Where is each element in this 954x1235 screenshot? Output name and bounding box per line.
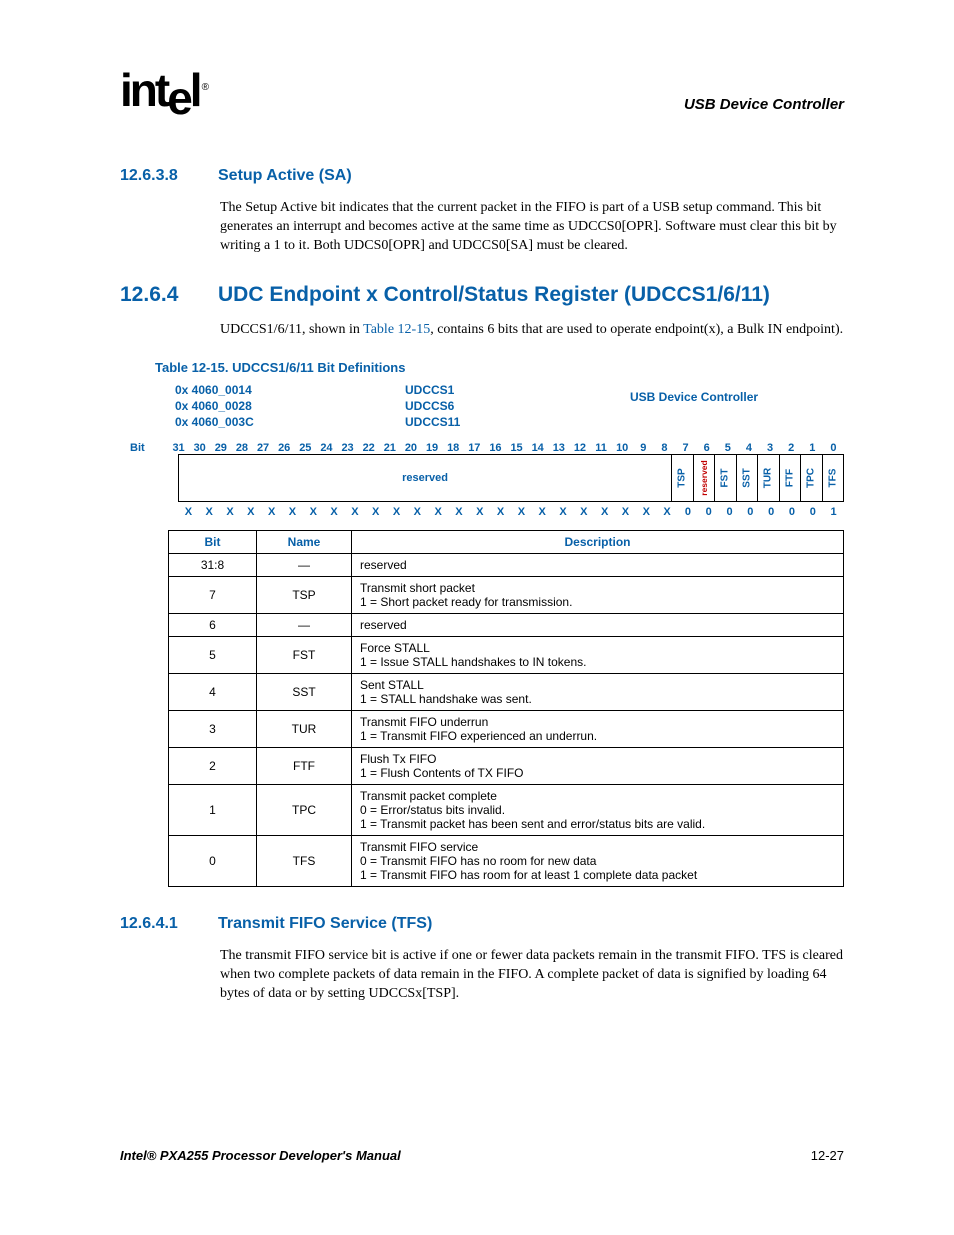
bit-number: 0	[823, 442, 844, 454]
bit-number: 9	[633, 442, 654, 454]
bit-row-label: Bit	[130, 442, 168, 454]
chapter-title: USB Device Controller	[684, 96, 844, 113]
bit-number: 16	[485, 442, 506, 454]
table-row: 3TURTransmit FIFO underrun 1 = Transmit …	[169, 711, 844, 748]
reset-value: X	[199, 506, 220, 518]
section-12-6-3-8-body: The Setup Active bit indicates that the …	[220, 199, 844, 256]
reset-value: X	[261, 506, 282, 518]
footer-manual-title: Intel® PXA255 Processor Developer's Manu…	[120, 1148, 401, 1163]
table-row: 2FTFFlush Tx FIFO 1 = Flush Contents of …	[169, 748, 844, 785]
section-heading-12-6-4: 12.6.4UDC Endpoint x Control/Status Regi…	[120, 283, 844, 307]
page-footer: Intel® PXA255 Processor Developer's Manu…	[120, 1148, 844, 1163]
bit-number: 6	[696, 442, 717, 454]
reset-value-row: XXXXXXXXXXXXXXXXXXXXXXXX00000001	[130, 506, 844, 518]
page-header: intel® USB Device Controller	[120, 72, 844, 117]
bit-number: 19	[422, 442, 443, 454]
bit-layout: Bit 313029282726252423222120191817161514…	[130, 442, 844, 518]
table-row: 7TSPTransmit short packet 1 = Short pack…	[169, 577, 844, 614]
bit-number: 14	[527, 442, 548, 454]
intel-logo: intel®	[120, 72, 209, 117]
bit-number: 23	[337, 442, 358, 454]
reset-value: X	[511, 506, 532, 518]
reset-value: X	[365, 506, 386, 518]
bit-number: 20	[400, 442, 421, 454]
table-row: 5FSTForce STALL 1 = Issue STALL handshak…	[169, 637, 844, 674]
reset-value: 0	[678, 506, 699, 518]
reset-value: X	[386, 506, 407, 518]
section-heading-12-6-4-1: 12.6.4.1Transmit FIFO Service (TFS)	[120, 915, 844, 933]
reset-value: X	[553, 506, 574, 518]
reset-value: X	[220, 506, 241, 518]
reset-value: X	[407, 506, 428, 518]
bit-number: 21	[379, 442, 400, 454]
reset-value: X	[532, 506, 553, 518]
register-address-block: 0x 4060_0014 0x 4060_0028 0x 4060_003C U…	[175, 383, 844, 430]
bit-number: 10	[612, 442, 633, 454]
reset-value: 0	[802, 506, 823, 518]
bit-number: 3	[760, 442, 781, 454]
bit-number: 15	[506, 442, 527, 454]
bit-number: 26	[274, 442, 295, 454]
reset-value: X	[615, 506, 636, 518]
reset-value: X	[449, 506, 470, 518]
bit-number: 24	[316, 442, 337, 454]
reset-value: 0	[740, 506, 761, 518]
section-12-6-4-1-body: The transmit FIFO service bit is active …	[220, 947, 844, 1004]
bit-number: 17	[464, 442, 485, 454]
bit-number: 30	[189, 442, 210, 454]
bit-number: 28	[231, 442, 252, 454]
reset-value: X	[490, 506, 511, 518]
reset-value: X	[428, 506, 449, 518]
reset-value: X	[657, 506, 678, 518]
bit-number: 5	[717, 442, 738, 454]
bit-number: 8	[654, 442, 675, 454]
reset-value: X	[594, 506, 615, 518]
table-12-15-caption: Table 12-15. UDCCS1/6/11 Bit Definitions	[155, 360, 844, 375]
reset-value: 0	[782, 506, 803, 518]
reset-value: 0	[698, 506, 719, 518]
bit-number: 13	[548, 442, 569, 454]
reset-value: X	[303, 506, 324, 518]
bit-number: 27	[253, 442, 274, 454]
bit-number: 31	[168, 442, 189, 454]
bit-field-boxes: reserved TSP reserved FST SST TUR FTF TP…	[178, 454, 844, 502]
register-addresses: 0x 4060_0014 0x 4060_0028 0x 4060_003C	[175, 383, 405, 430]
table-row: 0TFSTransmit FIFO service 0 = Transmit F…	[169, 836, 844, 887]
table-row: 6—reserved	[169, 614, 844, 637]
register-module: USB Device Controller	[630, 383, 844, 430]
bit-number: 1	[802, 442, 823, 454]
reset-value: 1	[823, 506, 844, 518]
bit-number: 4	[738, 442, 759, 454]
bit-number: 11	[591, 442, 612, 454]
bit-number: 12	[569, 442, 590, 454]
reset-value: X	[178, 506, 199, 518]
table-row: 4SSTSent STALL 1 = STALL handshake was s…	[169, 674, 844, 711]
bit-number: 18	[443, 442, 464, 454]
bit-definition-table: Bit Name Description 31:8—reserved7TSPTr…	[168, 530, 844, 887]
reset-value: X	[324, 506, 345, 518]
footer-page-number: 12-27	[811, 1148, 844, 1163]
reset-value: X	[282, 506, 303, 518]
register-names: UDCCS1 UDCCS6 UDCCS11	[405, 383, 630, 430]
reset-value: 0	[719, 506, 740, 518]
bit-number: 29	[210, 442, 231, 454]
table-12-15-link[interactable]: Table 12-15	[363, 322, 430, 337]
table-row: 31:8—reserved	[169, 554, 844, 577]
reset-value: X	[573, 506, 594, 518]
reset-value: 0	[761, 506, 782, 518]
table-row: 1TPCTransmit packet complete 0 = Error/s…	[169, 785, 844, 836]
reset-value: X	[636, 506, 657, 518]
reset-value: X	[345, 506, 366, 518]
bit-number: 7	[675, 442, 696, 454]
bit-number: 22	[358, 442, 379, 454]
section-heading-12-6-3-8: 12.6.3.8Setup Active (SA)	[120, 167, 844, 185]
reset-value: X	[469, 506, 490, 518]
bit-number: 25	[295, 442, 316, 454]
section-12-6-4-body: UDCCS1/6/11, shown in Table 12-15, conta…	[220, 321, 844, 340]
reset-value: X	[240, 506, 261, 518]
bit-number: 2	[781, 442, 802, 454]
